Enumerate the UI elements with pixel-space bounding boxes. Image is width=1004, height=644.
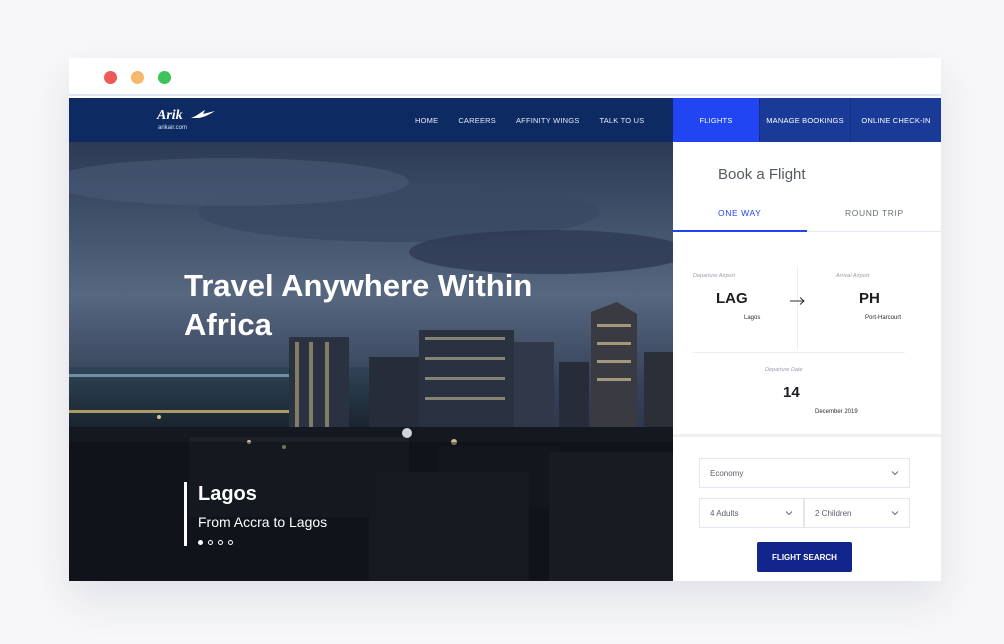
section-separator — [673, 434, 941, 437]
close-window-button[interactable] — [104, 71, 117, 84]
booking-panel: Book a Flight ONE WAY ROUND TRIP Departu… — [673, 142, 941, 581]
maximize-window-button[interactable] — [158, 71, 171, 84]
booking-title: Book a Flight — [718, 166, 806, 183]
departure-city: Lagos — [744, 315, 761, 321]
departure-date-month: December 2019 — [815, 409, 858, 415]
arrival-code[interactable]: PH — [859, 290, 880, 307]
slide-indicators — [198, 540, 233, 545]
adults-select[interactable]: 4 Adults — [699, 498, 804, 528]
departure-date-label: Departure Date — [765, 367, 803, 373]
slide-dot-1[interactable] — [198, 540, 203, 545]
minimize-window-button[interactable] — [131, 71, 144, 84]
tab-one-way[interactable]: ONE WAY — [718, 208, 761, 218]
airport-divider — [797, 266, 798, 350]
slide-dot-4[interactable] — [228, 540, 233, 545]
nav-link-home[interactable]: HOME — [415, 116, 438, 125]
arrival-airport-label: Arrival Airport — [836, 273, 870, 279]
cabin-class-value: Economy — [710, 469, 744, 478]
chevron-down-icon — [891, 511, 899, 516]
hero-city: Lagos — [198, 483, 257, 505]
logo-wordmark: Arik — [157, 108, 183, 123]
departure-code[interactable]: LAG — [716, 290, 748, 307]
top-nav: Arik arikair.com HOME CAREERS AFFINITY W… — [69, 98, 941, 142]
children-select[interactable]: 2 Children — [804, 498, 910, 528]
hero-accent-bar — [184, 482, 187, 546]
children-value: 2 Children — [815, 509, 852, 518]
bird-icon — [191, 110, 215, 118]
tab-manage-bookings[interactable]: MANAGE BOOKINGS — [759, 98, 850, 142]
tab-flights[interactable]: FLIGHTS — [673, 98, 759, 142]
arrow-right-icon[interactable] — [789, 296, 807, 306]
nav-link-careers[interactable]: CAREERS — [458, 116, 496, 125]
cabin-class-select[interactable]: Economy — [699, 458, 910, 488]
nav-link-talk-to-us[interactable]: TALK TO US — [599, 116, 644, 125]
tab-round-trip[interactable]: ROUND TRIP — [845, 208, 904, 218]
arrival-city: Port-Harcourt — [865, 315, 902, 321]
hero-title: Travel Anywhere Within Africa — [184, 268, 533, 342]
hero-banner: Travel Anywhere Within Africa Lagos From… — [69, 142, 673, 581]
active-tab-underline — [673, 230, 807, 232]
trip-type-tabs: ONE WAY ROUND TRIP — [673, 204, 941, 232]
slide-dot-3[interactable] — [218, 540, 223, 545]
adults-value: 4 Adults — [710, 509, 739, 518]
nav-link-affinity-wings[interactable]: AFFINITY WINGS — [516, 116, 580, 125]
tab-online-check-in[interactable]: ONLINE CHECK-IN — [850, 98, 941, 142]
arik-logo[interactable]: Arik arikair.com — [157, 108, 217, 134]
flight-search-button[interactable]: FLIGHT SEARCH — [757, 542, 852, 572]
city-skyline-image — [69, 142, 673, 581]
departure-airport-label: Departure Airport — [693, 273, 735, 279]
nav-links: HOME CAREERS AFFINITY WINGS TALK TO US — [415, 98, 644, 142]
logo-domain: arikair.com — [158, 125, 188, 131]
slide-dot-2[interactable] — [208, 540, 213, 545]
browser-window: Arik arikair.com HOME CAREERS AFFINITY W… — [69, 58, 941, 581]
departure-date-day[interactable]: 14 — [783, 384, 800, 401]
hero-route: From Accra to Lagos — [198, 514, 328, 530]
date-divider — [693, 352, 905, 353]
chevron-down-icon — [891, 471, 899, 476]
chevron-down-icon — [785, 511, 793, 516]
window-chrome — [69, 58, 941, 96]
